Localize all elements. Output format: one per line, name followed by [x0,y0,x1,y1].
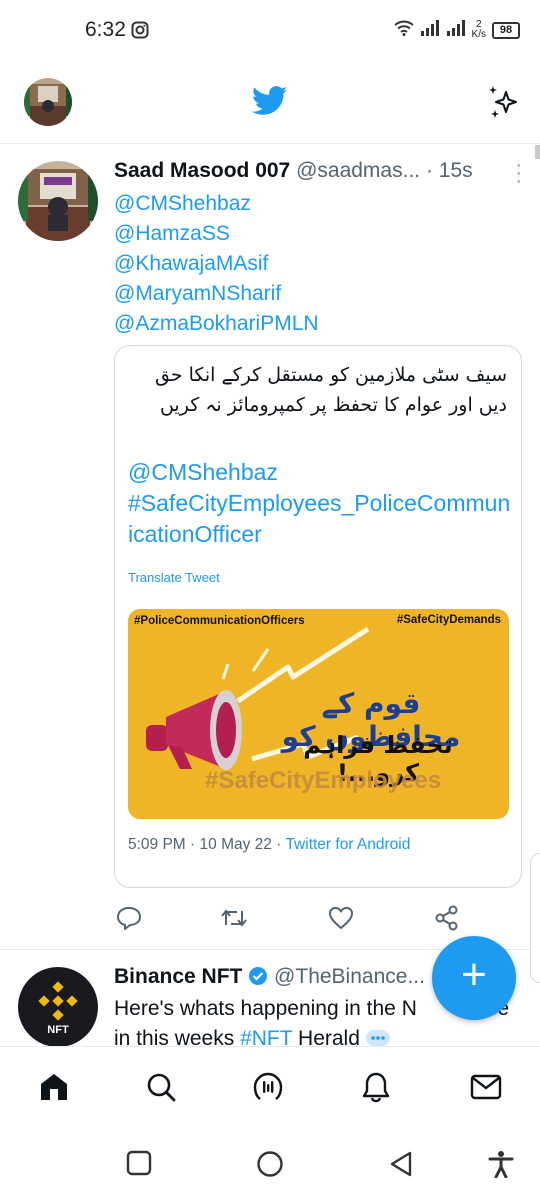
instagram-icon [131,21,149,44]
recents-button[interactable] [126,1150,152,1181]
messages-icon[interactable] [470,1071,502,1108]
mention-link[interactable]: @KhawajaMAsif [114,249,319,279]
tweet-header: Saad Masood 007 @saadmas... · 15s [114,159,524,183]
meta-separator: · [190,836,196,853]
tweet-header: Binance NFT @TheBinance... [114,965,425,989]
tweet-text-line2-end: Herald [292,1027,360,1046]
battery-icon: 98 [492,21,520,39]
notifications-icon[interactable] [360,1071,392,1108]
translate-tweet-link[interactable]: Translate Tweet [128,570,220,585]
show-more-icon[interactable] [365,1027,390,1046]
status-time: 6:32 [85,18,126,41]
poster-tag-left: #PoliceCommunicationOfficers [134,615,305,627]
meta-time: 5:09 PM [128,836,186,853]
hashtag-link[interactable]: #SafeCityEmployees_PoliceCommunicationOf… [128,488,513,550]
poster-hashtag: #SafeCityEmployees [205,767,442,794]
search-icon[interactable] [145,1071,177,1108]
quoted-meta: 5:09 PM · 10 May 22 · Twitter for Androi… [128,836,410,854]
poster-tag-right: #SafeCityDemands [396,614,501,626]
mention-link[interactable]: @MaryamNSharif [114,279,319,309]
net-speed-unit: K/s [471,29,486,40]
mentions-list: @CMShehbaz @HamzaSS @KhawajaMAsif @Marya… [114,189,319,339]
author-name[interactable]: Saad Masood 007 [114,159,290,182]
meta-separator: · [276,836,282,853]
signal-icon [420,19,440,41]
author-name[interactable]: Binance NFT [114,965,242,988]
author-avatar[interactable] [18,161,98,241]
bottom-nav [0,1046,540,1130]
accessibility-button[interactable] [488,1150,514,1183]
wifi-icon [393,20,414,41]
retweet-icon[interactable] [220,905,248,936]
signal-icon [446,19,466,41]
back-button[interactable] [388,1150,414,1183]
profile-avatar[interactable] [24,78,72,126]
quoted-tweet[interactable]: سیف سٹی ملازمین کو مستقل کرکے انکا حق دی… [114,345,522,888]
author-avatar[interactable]: NFT [18,967,98,1046]
megaphone-icon [146,690,242,770]
network-speed: 2 K/s [472,20,486,40]
home-icon[interactable] [38,1071,70,1108]
author-handle[interactable]: @TheBinance... [274,965,425,988]
tweet-image[interactable]: #PoliceCommunicationOfficers #SafeCityDe… [128,609,509,819]
tweet-actions [116,905,466,935]
system-nav-bar [0,1130,540,1200]
tweet-dot: · [425,159,433,182]
spaces-icon[interactable] [252,1071,284,1108]
more-options-icon[interactable]: · · · [515,155,522,191]
status-bar: 6:32 2 K/s 98 [0,0,540,62]
avatar-label: NFT [47,1024,69,1036]
tweet-text-line1-start: Here's whats happening in the N [114,997,417,1020]
status-icons: 2 K/s 98 [393,18,520,42]
home-button[interactable] [256,1150,284,1183]
quoted-links: @CMShehbaz #SafeCityEmployees_PoliceComm… [128,457,513,550]
author-handle[interactable]: @saadmas... [296,159,420,182]
share-icon[interactable] [434,905,460,936]
app-header [0,62,540,144]
tweet-time: 15s [438,159,473,182]
meta-source-link[interactable]: Twitter for Android [285,836,410,853]
compose-tweet-button[interactable]: + [432,936,516,1020]
compose-plus-icon: + [461,950,487,999]
mention-link[interactable]: @CMShehbaz [128,457,513,488]
mention-link[interactable]: @CMShehbaz [114,189,319,219]
tweet-card[interactable]: Saad Masood 007 @saadmas... · 15s · · · @C… [0,145,540,950]
tweet-text-line2-start: in this weeks [114,1027,241,1046]
like-icon[interactable] [328,905,354,936]
quoted-text-urdu: سیف سٹی ملازمین کو مستقل کرکے انکا حق دی… [154,364,507,416]
battery-level: 98 [499,23,513,36]
mention-link[interactable]: @AzmaBokhariPMLN [114,309,319,339]
mention-link[interactable]: @HamzaSS [114,219,319,249]
twitter-bird-icon[interactable] [251,86,288,121]
sparkle-icon[interactable] [486,84,522,125]
reply-icon[interactable] [116,905,142,936]
hashtag-link[interactable]: #NFT [240,1027,292,1046]
meta-date: 10 May 22 [199,836,272,853]
verified-badge-icon [248,965,274,988]
